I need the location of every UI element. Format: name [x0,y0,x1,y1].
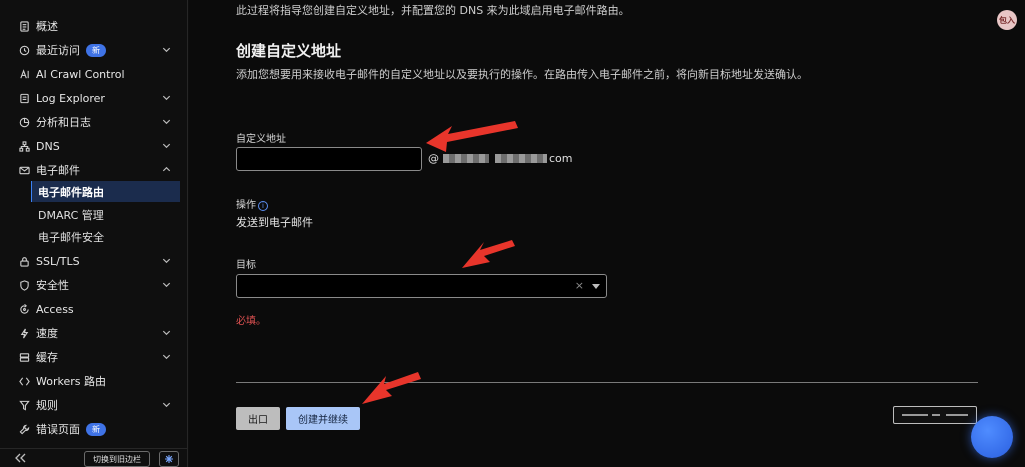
annotation-arrows [362,121,518,404]
annotation-arrow-2 [462,240,515,268]
annotation-arrow-1 [426,121,518,152]
annotation-arrow-3 [362,372,421,404]
